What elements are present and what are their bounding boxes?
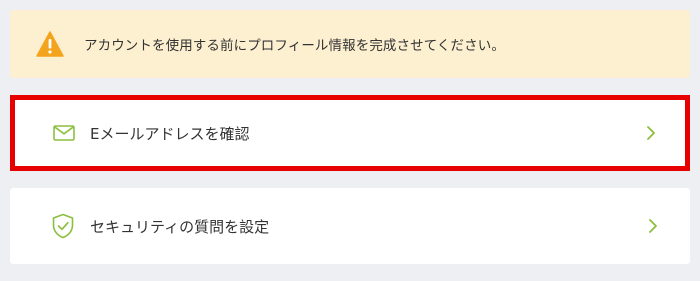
banner-message: アカウントを使用する前にプロフィール情報を完成させてください。 — [84, 38, 505, 54]
chevron-right-icon — [646, 217, 660, 235]
verify-email-item[interactable]: Eメールアドレスを確認 — [10, 95, 690, 171]
warning-triangle-icon — [36, 31, 64, 57]
verify-email-label: Eメールアドレスを確認 — [90, 124, 250, 143]
envelope-icon — [51, 120, 77, 146]
security-questions-item[interactable]: セキュリティの質問を設定 — [10, 188, 690, 264]
profile-incomplete-banner: アカウントを使用する前にプロフィール情報を完成させてください。 — [10, 10, 690, 78]
shield-check-icon — [50, 213, 76, 239]
chevron-right-icon — [644, 124, 658, 142]
security-questions-label: セキュリティの質問を設定 — [90, 217, 270, 236]
